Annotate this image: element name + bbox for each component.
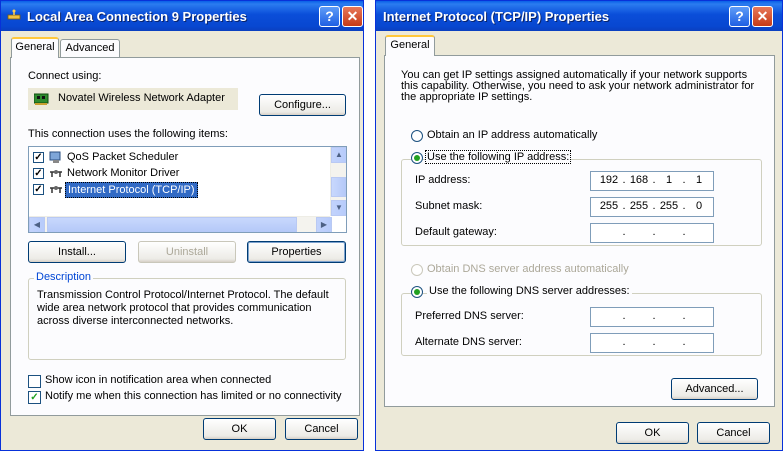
ip-address-label: IP address: [415, 174, 471, 186]
install-button[interactable]: Install... [28, 241, 126, 263]
protocol-icon [50, 186, 62, 193]
list-horizontal-scrollbar[interactable]: ◀ ▶ [29, 216, 332, 232]
adapter-field: Novatel Wireless Network Adapter [28, 88, 238, 110]
preferred-dns-field[interactable]: . . . [590, 307, 714, 327]
lan-properties-client: General Advanced Connect using: Novatel … [4, 31, 360, 447]
tcpip-properties-titlebar[interactable]: Internet Protocol (TCP/IP) Properties ? … [376, 1, 782, 31]
subnet-octet-1: 255 [599, 200, 619, 212]
uninstall-button-label: Uninstall [165, 246, 209, 258]
network-card-icon [34, 93, 49, 105]
items-label: This connection uses the following items… [28, 128, 228, 140]
tcpip-checkbox[interactable]: ✓ [33, 184, 44, 195]
network-monitor-checkbox[interactable]: ✓ [33, 168, 44, 179]
list-item-label: QoS Packet Scheduler [67, 151, 179, 163]
ip-address-field[interactable]: 192. 168. 1. 1 [590, 171, 714, 191]
ip-octet-3: 1 [665, 174, 673, 186]
ok-button[interactable]: OK [616, 422, 689, 444]
list-item-network-monitor[interactable]: ✓ Network Monitor Driver [31, 166, 331, 182]
cancel-button[interactable]: Cancel [285, 418, 358, 440]
subnet-mask-label: Subnet mask: [415, 200, 483, 212]
close-button[interactable]: ✕ [752, 6, 773, 27]
list-vertical-scrollbar[interactable]: ▲ ▼ [330, 147, 346, 216]
description-line-2: wide area network protocol that provides… [37, 302, 312, 314]
cancel-button[interactable]: Cancel [697, 422, 770, 444]
subnet-octet-3: 255 [659, 200, 679, 212]
use-ip-radio[interactable] [411, 152, 423, 164]
tab-general[interactable]: General [385, 35, 435, 56]
use-dns-label[interactable]: Use the following DNS server addresses: [427, 285, 632, 297]
properties-button-label: Properties [271, 246, 322, 258]
protocol-icon [50, 170, 62, 177]
preferred-dns-label: Preferred DNS server: [415, 310, 524, 322]
alternate-dns-field[interactable]: . . . [590, 333, 714, 353]
description-label: Description [34, 271, 94, 283]
ip-octet-1: 192 [599, 174, 619, 186]
description-line-1: Transmission Control Protocol/Internet P… [37, 289, 329, 301]
cancel-button-label: Cancel [716, 427, 751, 439]
show-icon-checkbox[interactable] [28, 375, 41, 388]
subnet-mask-field[interactable]: 255. 255. 255. 0 [590, 197, 714, 217]
advanced-button[interactable]: Advanced... [671, 378, 758, 400]
scroll-up-arrow-icon[interactable]: ▲ [331, 147, 346, 163]
intro-line-3: the appropriate IP settings. [401, 91, 533, 103]
tcpip-properties-client: General You can get IP settings assigned… [379, 31, 779, 447]
ip-octet-4: 1 [695, 174, 703, 186]
close-button[interactable]: ✕ [342, 6, 363, 27]
lan-properties-dialog: Local Area Connection 9 Properties ? ✕ G… [0, 0, 364, 451]
advanced-button-label: Advanced... [685, 383, 744, 395]
list-item-tcpip[interactable]: ✓ Internet Protocol (TCP/IP) [31, 182, 331, 198]
notify-checkbox[interactable]: ✓ [28, 391, 41, 404]
scroll-thumb[interactable] [331, 177, 346, 197]
uninstall-button: Uninstall [138, 241, 236, 263]
network-connection-icon [7, 9, 21, 20]
obtain-ip-label[interactable]: Obtain an IP address automatically [427, 129, 597, 141]
list-item-label: Network Monitor Driver [67, 167, 180, 179]
obtain-ip-radio[interactable] [411, 130, 423, 142]
notify-label[interactable]: Notify me when this connection has limit… [45, 390, 342, 402]
configure-button-label: Configure... [274, 99, 331, 111]
subnet-octet-2: 255 [629, 200, 649, 212]
ok-button-label: OK [644, 427, 661, 439]
connect-using-label: Connect using: [28, 70, 102, 82]
default-gateway-field[interactable]: . . . [590, 223, 714, 243]
adapter-name: Novatel Wireless Network Adapter [58, 92, 225, 104]
cancel-button-label: Cancel [304, 423, 339, 435]
alternate-dns-label: Alternate DNS server: [415, 336, 522, 348]
ip-octet-2: 168 [629, 174, 649, 186]
general-tab-panel: Connect using: Novatel Wireless Network … [10, 57, 360, 416]
scroll-left-arrow-icon[interactable]: ◀ [29, 217, 45, 232]
default-gateway-label: Default gateway: [415, 226, 497, 238]
use-ip-label[interactable]: Use the following IP address: [425, 150, 572, 164]
install-button-label: Install... [58, 246, 96, 258]
subnet-octet-4: 0 [695, 200, 703, 212]
description-line-3: across diverse interconnected networks. [37, 315, 234, 327]
qos-icon [49, 151, 61, 163]
tcpip-properties-title: Internet Protocol (TCP/IP) Properties [383, 9, 610, 24]
list-item-label: Internet Protocol (TCP/IP) [65, 182, 198, 198]
properties-button[interactable]: Properties [247, 241, 346, 263]
lan-properties-title: Local Area Connection 9 Properties [27, 9, 247, 24]
tcpip-properties-dialog: Internet Protocol (TCP/IP) Properties ? … [375, 0, 783, 451]
use-dns-radio[interactable] [411, 286, 423, 298]
ok-button-label: OK [231, 423, 248, 435]
tab-advanced[interactable]: Advanced [60, 39, 120, 58]
components-list[interactable]: ✓ QoS Packet Scheduler ✓ Network Monitor… [28, 146, 347, 233]
help-button[interactable]: ? [729, 6, 750, 27]
ok-button[interactable]: OK [203, 418, 276, 440]
description-group: Description Transmission Control Protoco… [28, 271, 346, 360]
horizontal-scroll-thumb[interactable] [47, 217, 297, 232]
qos-checkbox[interactable]: ✓ [33, 152, 44, 163]
list-item-qos[interactable]: ✓ QoS Packet Scheduler [31, 150, 331, 166]
show-icon-label[interactable]: Show icon in notification area when conn… [45, 374, 271, 386]
lan-properties-titlebar[interactable]: Local Area Connection 9 Properties ? ✕ [1, 1, 363, 31]
tcpip-general-panel: You can get IP settings assigned automat… [384, 55, 775, 407]
obtain-dns-label: Obtain DNS server address automatically [427, 263, 629, 275]
tab-general[interactable]: General [11, 37, 59, 58]
scroll-down-arrow-icon[interactable]: ▼ [331, 200, 346, 216]
scroll-right-arrow-icon[interactable]: ▶ [316, 217, 332, 232]
help-button[interactable]: ? [319, 6, 340, 27]
obtain-dns-radio [411, 264, 423, 276]
configure-button[interactable]: Configure... [259, 94, 346, 116]
